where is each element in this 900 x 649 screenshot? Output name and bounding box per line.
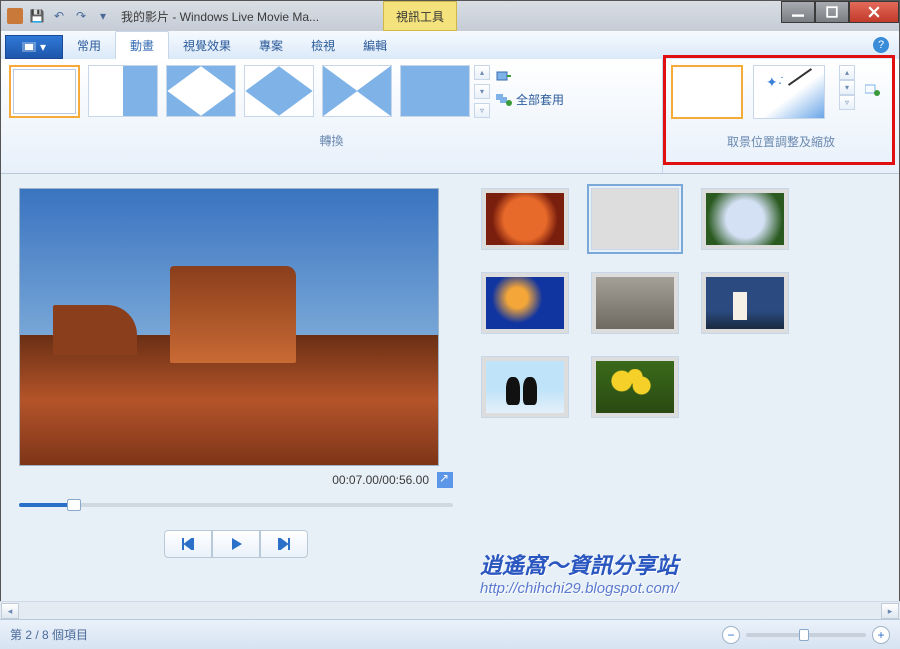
zoom-slider[interactable]	[746, 633, 866, 637]
clip-koala[interactable]	[591, 272, 679, 334]
ribbon-tabs: ▾ 常用 動畫 視覺效果 專案 檢視 編輯 ?	[1, 31, 899, 59]
tab-visual-effects[interactable]: 視覺效果	[169, 32, 245, 59]
tab-view[interactable]: 檢視	[297, 32, 349, 59]
clip-hydrangea[interactable]	[701, 188, 789, 250]
clip-flower[interactable]	[481, 188, 569, 250]
window-controls	[781, 1, 899, 23]
status-items: 第 2 / 8 個項目	[10, 626, 88, 643]
prev-frame-button[interactable]	[164, 530, 212, 558]
context-tab-video-tools[interactable]: 視訊工具	[383, 1, 457, 31]
apply-all-button[interactable]: 全部套用	[496, 91, 564, 108]
zoom-in-button[interactable]: +	[872, 626, 890, 644]
apply-all-icon	[496, 92, 512, 108]
wand-icon	[788, 68, 812, 86]
gallery-up-icon[interactable]: ▴	[474, 65, 490, 80]
gallery-more-icon[interactable]: ▿	[839, 95, 855, 110]
undo-icon[interactable]: ↶	[51, 8, 67, 24]
play-button[interactable]	[212, 530, 260, 558]
apply-panzoom-icon[interactable]	[865, 83, 881, 99]
clip-jellyfish[interactable]	[481, 272, 569, 334]
transition-bowtie[interactable]	[166, 65, 236, 117]
preview-monitor[interactable]	[19, 188, 439, 466]
tab-edit[interactable]: 編輯	[349, 32, 401, 59]
transition-slide[interactable]	[88, 65, 158, 117]
horizontal-scrollbar[interactable]: ◂ ▸	[0, 601, 900, 619]
seek-slider[interactable]	[19, 498, 453, 512]
fullscreen-icon[interactable]	[437, 472, 453, 488]
apply-all-label: 全部套用	[516, 91, 564, 108]
gallery-down-icon[interactable]: ▾	[839, 80, 855, 95]
qat-dropdown-icon[interactable]: ▾	[95, 8, 111, 24]
titlebar: 💾 ↶ ↷ ▾ 我的影片 - Windows Live Movie Ma... …	[1, 1, 899, 31]
minimize-button[interactable]	[781, 1, 815, 23]
chevron-down-icon: ▾	[40, 40, 46, 54]
statusbar: 第 2 / 8 個項目 − +	[0, 619, 900, 649]
transition-cross[interactable]	[322, 65, 392, 117]
seek-handle[interactable]	[67, 499, 81, 511]
playback-time: 00:07.00/00:56.00	[332, 473, 429, 487]
panzoom-gallery-scroll: ▴ ▾ ▿	[839, 65, 855, 110]
clip-tulips[interactable]	[591, 356, 679, 418]
content-area: 00:07.00/00:56.00	[1, 174, 899, 604]
zoom-control: − +	[722, 626, 890, 644]
redo-icon[interactable]: ↷	[73, 8, 89, 24]
group-label-panzoom: 取景位置調整及縮放	[671, 133, 891, 150]
tab-project[interactable]: 專案	[245, 32, 297, 59]
gallery-more-icon[interactable]: ▿	[474, 103, 490, 118]
zoom-handle[interactable]	[799, 629, 809, 641]
storyboard[interactable]	[471, 174, 899, 604]
transition-fill[interactable]	[400, 65, 470, 117]
transitions-gallery	[9, 65, 470, 118]
scroll-right-icon[interactable]: ▸	[881, 603, 899, 619]
help-icon[interactable]: ?	[873, 37, 889, 53]
panzoom-none[interactable]	[671, 65, 743, 119]
gallery-scroll: ▴ ▾ ▿	[474, 65, 490, 118]
tab-animations[interactable]: 動畫	[115, 31, 169, 59]
maximize-button[interactable]	[815, 1, 849, 23]
next-frame-button[interactable]	[260, 530, 308, 558]
window-title: 我的影片 - Windows Live Movie Ma...	[121, 8, 319, 25]
quick-access-toolbar: 💾 ↶ ↷ ▾	[29, 8, 111, 24]
apply-to-one[interactable]	[496, 69, 564, 85]
transition-none[interactable]	[9, 65, 80, 118]
file-menu[interactable]: ▾	[5, 35, 63, 59]
zoom-out-button[interactable]: −	[722, 626, 740, 644]
transition-diamond[interactable]	[244, 65, 314, 117]
close-button[interactable]	[849, 1, 899, 23]
sparkle-icon: ✦ ·˙	[766, 74, 790, 98]
clip-lighthouse[interactable]	[701, 272, 789, 334]
tab-home[interactable]: 常用	[63, 32, 115, 59]
apply-one-icon	[496, 69, 512, 85]
clip-desert[interactable]	[591, 188, 679, 250]
group-label-transitions: 轉換	[9, 132, 654, 149]
gallery-down-icon[interactable]: ▾	[474, 84, 490, 99]
clip-penguins[interactable]	[481, 356, 569, 418]
panzoom-auto[interactable]: ✦ ·˙	[753, 65, 825, 119]
scroll-left-icon[interactable]: ◂	[1, 603, 19, 619]
playback-controls	[19, 530, 453, 558]
preview-pane: 00:07.00/00:56.00	[1, 174, 471, 604]
gallery-up-icon[interactable]: ▴	[839, 65, 855, 80]
ribbon-body: ▴ ▾ ▿ 全部套用 轉換 ✦ ·˙ ▴	[1, 59, 899, 174]
app-icon	[7, 8, 23, 24]
save-icon[interactable]: 💾	[29, 8, 45, 24]
